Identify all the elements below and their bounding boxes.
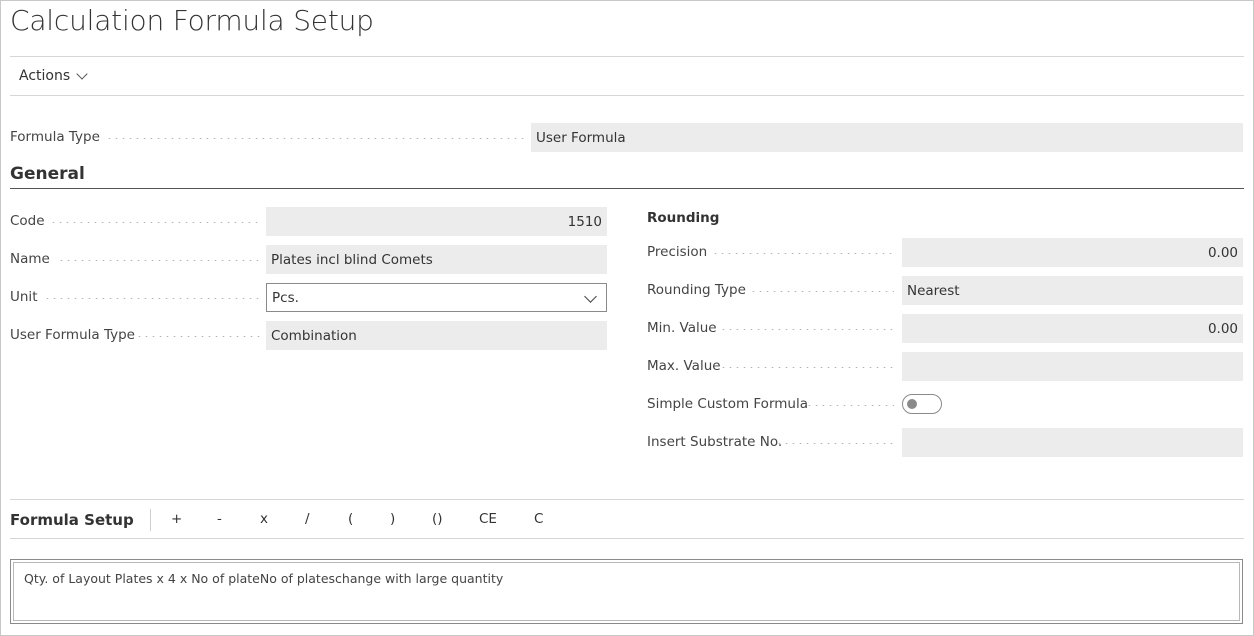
operator-multiply-button[interactable]: x [260, 511, 268, 527]
simple-custom-formula-toggle[interactable] [902, 394, 942, 414]
code-field[interactable]: 1510 [266, 207, 607, 236]
leader-dots [712, 253, 894, 254]
precision-field[interactable]: 0.00 [902, 238, 1243, 267]
unit-select-value: Pcs. [272, 289, 299, 306]
divider [149, 509, 151, 531]
user-formula-type-field[interactable]: Combination [266, 321, 607, 350]
general-divider [10, 188, 1244, 189]
operator-minus-button[interactable]: - [217, 511, 222, 527]
name-label: Name [10, 251, 50, 267]
name-field[interactable]: Plates incl blind Comets [266, 245, 607, 274]
leader-dots [58, 260, 260, 261]
simple-custom-formula-label: Simple Custom Formula [647, 396, 808, 412]
formula-type-label: Formula Type [10, 129, 100, 145]
rounding-type-field[interactable]: Nearest [902, 276, 1243, 305]
formula-setup-title: Formula Setup [10, 511, 134, 529]
title-divider [10, 56, 1244, 57]
clear-entry-button[interactable]: CE [479, 511, 497, 527]
actions-label: Actions [19, 68, 71, 84]
max-value-label: Max. Value [647, 358, 721, 374]
min-value-label: Min. Value [647, 320, 717, 336]
formula-setup-top-divider [10, 499, 1244, 500]
operator-parens-button[interactable]: () [432, 511, 443, 527]
formula-editor[interactable]: Qty. of Layout Plates x 4 x No of plateN… [10, 559, 1243, 624]
general-section-title[interactable]: General [10, 164, 85, 184]
formula-setup-bar: Formula Setup [10, 508, 183, 532]
rounding-title: Rounding [647, 210, 720, 226]
leader-dots [750, 291, 894, 292]
leader-dots [50, 222, 260, 223]
leader-dots [106, 138, 524, 139]
chevron-down-icon [584, 290, 597, 303]
operator-open-paren-button[interactable]: ( [348, 511, 353, 527]
formula-setup-bottom-divider [10, 538, 1244, 539]
code-label: Code [10, 213, 45, 229]
insert-substrate-no-label: Insert Substrate No. [647, 434, 783, 450]
precision-label: Precision [647, 244, 708, 260]
operator-divide-button[interactable]: / [305, 511, 310, 527]
formula-type-field[interactable]: User Formula [531, 123, 1243, 152]
leader-dots [720, 367, 894, 368]
page-title: Calculation Formula Setup [10, 4, 374, 37]
actions-menu[interactable]: Actions [19, 68, 88, 84]
leader-dots [776, 443, 894, 444]
user-formula-type-label: User Formula Type [10, 327, 135, 343]
max-value-field[interactable] [902, 352, 1243, 381]
leader-dots [44, 298, 260, 299]
chevron-down-icon [76, 68, 88, 80]
clear-button[interactable]: C [534, 511, 543, 527]
actions-divider [10, 95, 1244, 96]
leader-dots [806, 405, 894, 406]
operator-plus-button[interactable]: + [171, 511, 182, 527]
unit-select[interactable]: Pcs. [266, 283, 607, 312]
leader-dots [720, 329, 894, 330]
unit-label: Unit [10, 289, 38, 305]
operator-close-paren-button[interactable]: ) [390, 511, 395, 527]
leader-dots [136, 336, 260, 337]
formula-text[interactable]: Qty. of Layout Plates x 4 x No of plateN… [13, 562, 1240, 621]
toggle-knob [907, 399, 917, 409]
insert-substrate-no-field[interactable] [902, 428, 1243, 457]
rounding-type-label: Rounding Type [647, 282, 746, 298]
min-value-field[interactable]: 0.00 [902, 314, 1243, 343]
